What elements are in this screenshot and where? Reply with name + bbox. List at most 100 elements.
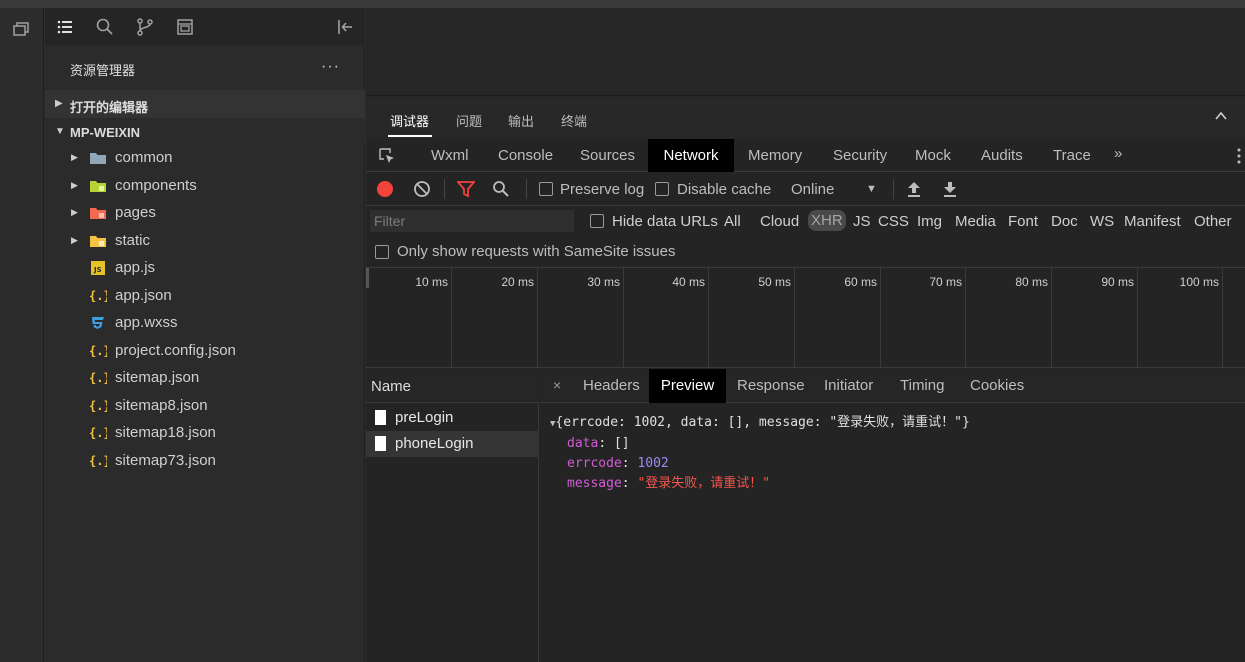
filter-manifest[interactable]: Manifest (1124, 213, 1181, 230)
filter-icon[interactable] (457, 180, 475, 198)
tick-label: 60 ms (844, 275, 877, 289)
activity-bar (0, 8, 44, 662)
more-tabs-button[interactable]: » (1114, 145, 1122, 162)
tab-debugger[interactable]: 调试器 (390, 111, 429, 130)
json-key: message (567, 476, 622, 491)
tick-label: 80 ms (1015, 275, 1048, 289)
dropdown-arrow-icon[interactable]: ▼ (866, 183, 877, 195)
filter-css[interactable]: CSS (878, 213, 909, 230)
tab-memory[interactable]: Memory (748, 139, 802, 172)
search-icon[interactable] (95, 17, 115, 37)
filter-ws[interactable]: WS (1090, 213, 1114, 230)
tick-label: 50 ms (758, 275, 791, 289)
tree-item-common[interactable]: ▶ common (45, 145, 365, 172)
request-row-prelogin[interactable]: preLogin (366, 405, 539, 431)
hide-data-urls-checkbox[interactable] (590, 214, 604, 228)
tab-output[interactable]: 输出 (508, 111, 534, 130)
tree-item-pages[interactable]: ▶ pages (45, 200, 365, 227)
windows-icon[interactable] (10, 20, 30, 40)
tree-item-project-config[interactable]: {.} project.config.json (45, 338, 365, 365)
source-control-icon[interactable] (135, 17, 155, 37)
tab-audits[interactable]: Audits (981, 139, 1023, 172)
tree-item-components[interactable]: ▶ components (45, 173, 365, 200)
close-icon[interactable]: × (553, 377, 561, 393)
tab-headers[interactable]: Headers (583, 369, 640, 403)
extensions-icon[interactable] (175, 17, 195, 37)
tree-item-sitemap[interactable]: {.} sitemap.json (45, 365, 365, 392)
search-icon[interactable] (492, 180, 510, 198)
json-icon: {.} (89, 426, 107, 440)
tick-label: 100 ms (1179, 275, 1219, 289)
tree-item-app-js[interactable]: JS app.js (45, 255, 365, 282)
clear-icon[interactable] (413, 180, 431, 198)
request-row-phonelogin[interactable]: phoneLogin (366, 431, 539, 457)
filter-cloud[interactable]: Cloud (760, 213, 799, 230)
json-row-message: message: "登录失败，请重试！" (567, 476, 771, 491)
inspect-element-icon[interactable] (378, 147, 396, 165)
samesite-checkbox[interactable] (375, 245, 389, 259)
json-value: "登录失败，请重试！" (637, 476, 771, 491)
tab-network[interactable]: Network (648, 139, 734, 172)
filter-input[interactable] (370, 210, 574, 232)
filter-all[interactable]: All (724, 213, 741, 230)
tab-response[interactable]: Response (737, 369, 805, 403)
explorer-icon[interactable] (55, 17, 75, 37)
pages-folder-icon (90, 208, 106, 219)
chevron-right-icon: ▶ (71, 152, 78, 162)
tab-cookies[interactable]: Cookies (970, 369, 1024, 403)
tab-trace[interactable]: Trace (1053, 139, 1091, 172)
tree-item-app-wxss[interactable]: app.wxss (45, 310, 365, 337)
filter-doc[interactable]: Doc (1051, 213, 1078, 230)
tree-item-label: sitemap73.json (115, 452, 216, 469)
filter-media[interactable]: Media (955, 213, 996, 230)
json-summary-row[interactable]: ▼{errcode: 1002, data: [], message: "登录失… (550, 413, 970, 434)
record-icon[interactable] (376, 180, 394, 198)
filter-img[interactable]: Img (917, 213, 942, 230)
more-actions-button[interactable]: ··· (321, 58, 340, 76)
css-icon (92, 317, 104, 329)
app-window: 资源管理器 ··· ▶ 打开的编辑器 ▼ MP-WEIXIN ▶ common … (0, 0, 1245, 662)
separator (893, 179, 894, 199)
tab-console[interactable]: Console (498, 139, 553, 172)
tab-timing[interactable]: Timing (900, 369, 944, 403)
tree-item-app-json[interactable]: {.} app.json (45, 283, 365, 310)
throttling-select[interactable]: Online (791, 181, 834, 198)
svg-text:{.}: {.} (89, 289, 107, 303)
tree-item-sitemap73[interactable]: {.} sitemap73.json (45, 448, 365, 475)
filter-font[interactable]: Font (1008, 213, 1038, 230)
timeline-tick: 10 ms (366, 268, 452, 368)
filter-js[interactable]: JS (853, 213, 871, 230)
timeline-tick: 50 ms (709, 268, 795, 368)
json-icon: {.} (89, 289, 107, 303)
open-editors-section[interactable]: ▶ 打开的编辑器 (45, 90, 365, 118)
filter-other[interactable]: Other (1194, 213, 1232, 230)
tree-item-sitemap18[interactable]: {.} sitemap18.json (45, 420, 365, 447)
export-har-icon[interactable] (942, 180, 958, 198)
tab-preview[interactable]: Preview (649, 369, 726, 403)
devtools-panel: 调试器 问题 输出 终端 Wxml Console Sources Networ… (366, 8, 1245, 662)
timeline-tick: 100 ms (1137, 268, 1223, 368)
name-column-header[interactable]: Name (366, 369, 539, 403)
chevron-up-icon[interactable] (1214, 109, 1228, 123)
tab-mock[interactable]: Mock (915, 139, 951, 172)
separator (526, 179, 527, 199)
kebab-menu-icon[interactable] (1236, 146, 1242, 166)
js-icon: JS (91, 261, 105, 275)
filter-xhr[interactable]: XHR (808, 210, 846, 231)
tab-wxml[interactable]: Wxml (431, 139, 469, 172)
preserve-log-checkbox[interactable] (539, 182, 553, 196)
json-icon: {.} (89, 454, 107, 468)
devtools-panel-tabs: Wxml Console Sources Network Memory Secu… (366, 139, 1245, 172)
disable-cache-checkbox[interactable] (655, 182, 669, 196)
tab-problems[interactable]: 问题 (456, 111, 482, 130)
tab-terminal[interactable]: 终端 (561, 111, 587, 130)
tab-initiator[interactable]: Initiator (824, 369, 873, 403)
tree-item-label: project.config.json (115, 342, 236, 359)
collapse-sidebar-icon[interactable] (335, 17, 355, 37)
tree-item-sitemap8[interactable]: {.} sitemap8.json (45, 393, 365, 420)
tree-item-static[interactable]: ▶ static (45, 228, 365, 255)
import-har-icon[interactable] (906, 180, 922, 198)
tab-security[interactable]: Security (833, 139, 887, 172)
project-section[interactable]: ▼ MP-WEIXIN (45, 118, 365, 146)
tab-sources[interactable]: Sources (580, 139, 635, 172)
